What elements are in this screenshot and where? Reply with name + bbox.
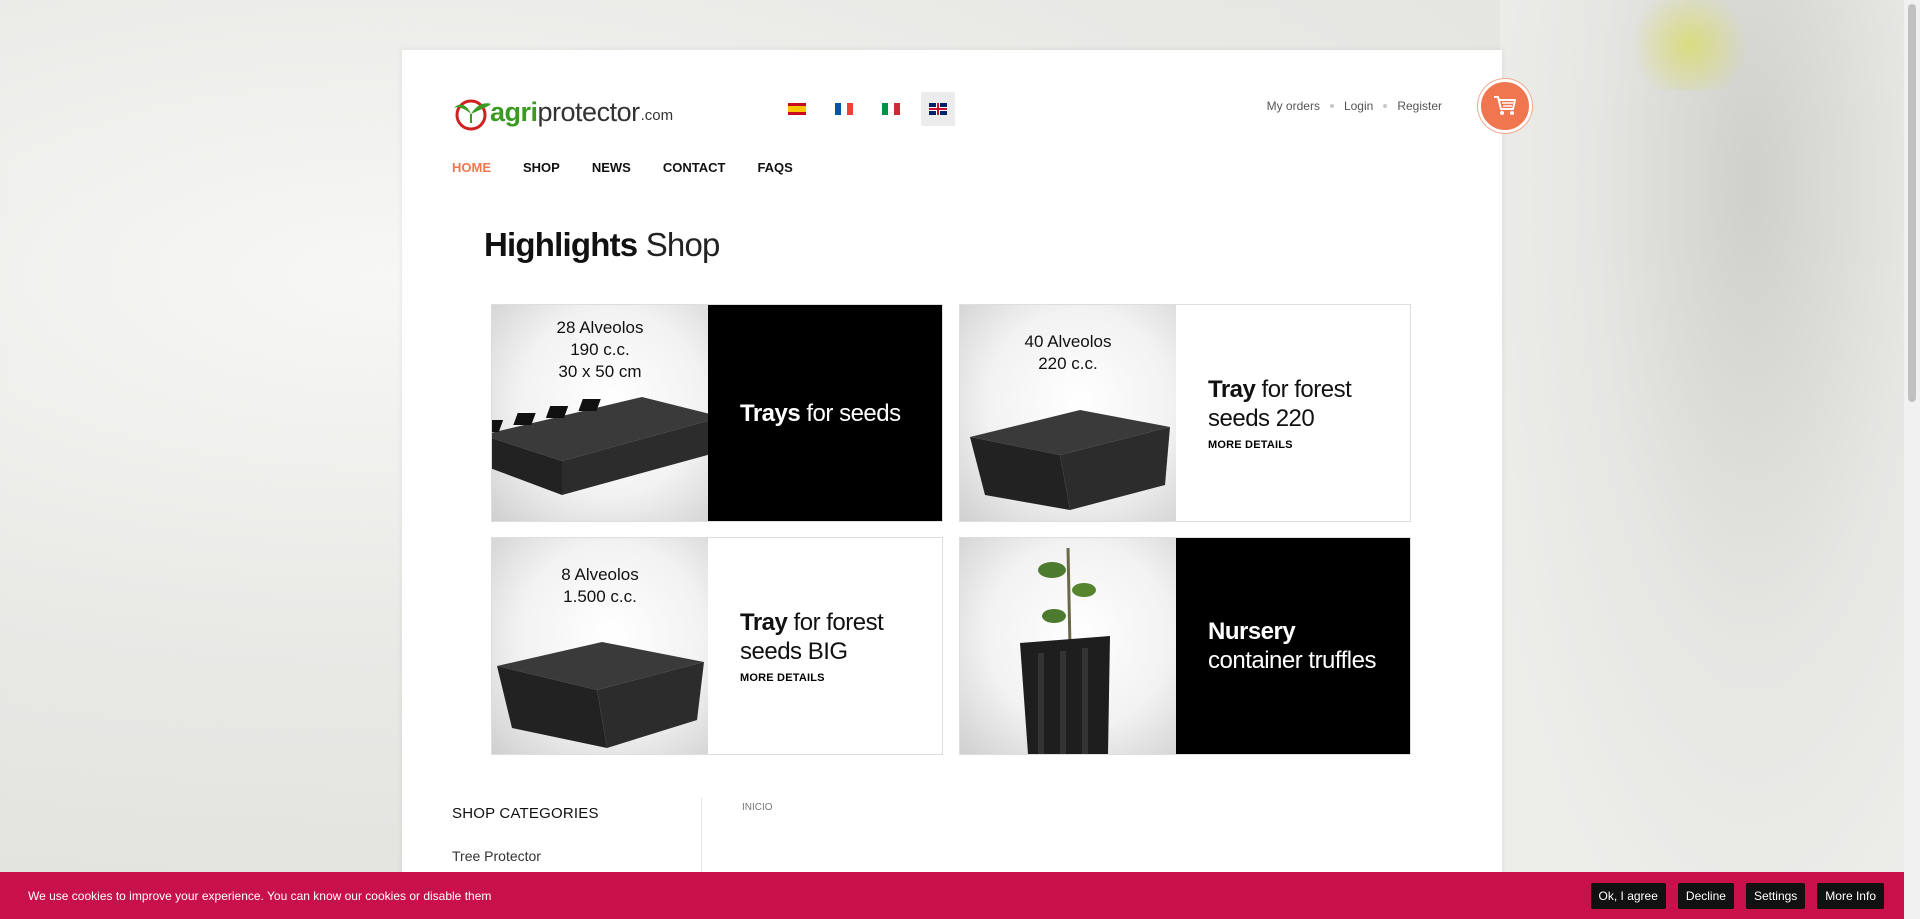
tile-title: Tray for forest seeds 220 — [1208, 375, 1368, 433]
breadcrumb[interactable]: INICIO — [742, 802, 773, 813]
site-logo[interactable]: agri protector .com — [452, 92, 673, 132]
cookie-agree-button[interactable]: Ok, I agree — [1590, 882, 1666, 909]
language-selector — [780, 92, 955, 126]
nav-faqs[interactable]: FAQS — [757, 160, 792, 175]
highlight-tile-nursery[interactable]: Nursery container truffles — [959, 537, 1411, 755]
logo-icon — [454, 99, 491, 131]
tile-title: Trays for seeds — [740, 399, 942, 428]
highlights-heading-normal: Shop — [645, 226, 721, 263]
logo-text-protector: protector — [537, 96, 641, 127]
tile-text: Trays for seeds — [708, 305, 942, 521]
seed-tray-image — [970, 410, 1170, 510]
page-container: agri protector .com My orders Login Regi… — [402, 50, 1532, 919]
language-fr-button[interactable] — [827, 92, 861, 126]
more-details-link[interactable]: MORE DETAILS — [740, 672, 942, 684]
separator-dot — [1329, 104, 1334, 108]
uk-flag-icon — [929, 103, 947, 115]
highlights-heading: Highlights Shop — [484, 226, 720, 264]
logo-text-agri: agri — [490, 96, 538, 127]
tile-text: Nursery container truffles — [1176, 538, 1410, 754]
my-orders-link[interactable]: My orders — [1267, 99, 1320, 113]
cart-button[interactable] — [1478, 79, 1532, 133]
tile-title-rest: container truffles — [1208, 647, 1377, 674]
language-es-button[interactable] — [780, 92, 814, 126]
nav-contact[interactable]: CONTACT — [663, 160, 726, 175]
cookie-more-info-button[interactable]: More Info — [1817, 882, 1884, 909]
highlight-tile-tray-big[interactable]: 8 Alveolos 1.500 c.c. Tray for forest se… — [491, 537, 943, 755]
spain-flag-icon — [788, 103, 806, 115]
tile-title-rest: for seeds — [806, 399, 901, 427]
product-image — [960, 538, 1176, 754]
seed-tray-image — [497, 642, 704, 748]
login-link[interactable]: Login — [1344, 99, 1373, 113]
product-image: 8 Alveolos 1.500 c.c. — [492, 538, 708, 754]
tile-title: Tray for forest seeds BIG — [740, 608, 900, 666]
seed-tray-image — [492, 397, 708, 495]
product-image: 28 Alveolos 190 c.c. 30 x 50 cm — [492, 305, 708, 521]
category-tree-protector[interactable]: Tree Protector — [452, 848, 541, 864]
language-en-button[interactable] — [921, 92, 955, 126]
tile-title: Nursery container truffles — [1208, 617, 1410, 675]
nav-shop[interactable]: SHOP — [523, 160, 560, 175]
france-flag-icon — [835, 103, 853, 115]
highlights-heading-bold: Highlights — [484, 226, 638, 263]
highlight-tile-trays[interactable]: 28 Alveolos 190 c.c. 30 x 50 cm Trays fo… — [491, 304, 943, 522]
account-links: My orders Login Register — [1267, 99, 1442, 113]
tile-title-bold: Trays — [740, 399, 801, 427]
background-highlight — [1620, 0, 1760, 90]
background-blur — [1500, 0, 1920, 919]
tile-title-bold: Nursery — [1208, 618, 1296, 645]
tile-text: Tray for forest seeds BIG MORE DETAILS — [708, 538, 942, 754]
separator-dot — [1383, 104, 1388, 108]
cookie-decline-button[interactable]: Decline — [1677, 882, 1734, 909]
plant-container-image — [1020, 547, 1110, 754]
cookie-banner: We use cookies to improve your experienc… — [0, 872, 1904, 919]
register-link[interactable]: Register — [1397, 99, 1442, 113]
scrollbar-thumb[interactable] — [1908, 4, 1916, 402]
highlight-tile-tray-220[interactable]: 40 Alveolos 220 c.c. Tray for forest see… — [959, 304, 1411, 522]
tile-title-bold: Tray — [740, 609, 788, 636]
tile-title-bold: Tray — [1208, 376, 1256, 403]
nav-home[interactable]: HOME — [452, 160, 491, 175]
language-it-button[interactable] — [874, 92, 908, 126]
product-image: 40 Alveolos 220 c.c. — [960, 305, 1176, 521]
italy-flag-icon — [882, 103, 900, 115]
nav-news[interactable]: NEWS — [592, 160, 631, 175]
cart-icon — [1494, 96, 1516, 115]
logo-text-domain: .com — [640, 106, 674, 124]
cookie-message: We use cookies to improve your experienc… — [28, 888, 492, 903]
more-details-link[interactable]: MORE DETAILS — [1208, 439, 1410, 451]
main-nav: HOME SHOP NEWS CONTACT FAQS — [452, 160, 793, 175]
cookie-settings-button[interactable]: Settings — [1745, 882, 1806, 909]
cookie-actions: Ok, I agree Decline Settings More Info — [1590, 882, 1884, 909]
scrollbar[interactable] — [1904, 0, 1920, 919]
tile-text: Tray for forest seeds 220 MORE DETAILS — [1176, 305, 1410, 521]
shop-categories-heading: SHOP CATEGORIES — [452, 805, 599, 822]
